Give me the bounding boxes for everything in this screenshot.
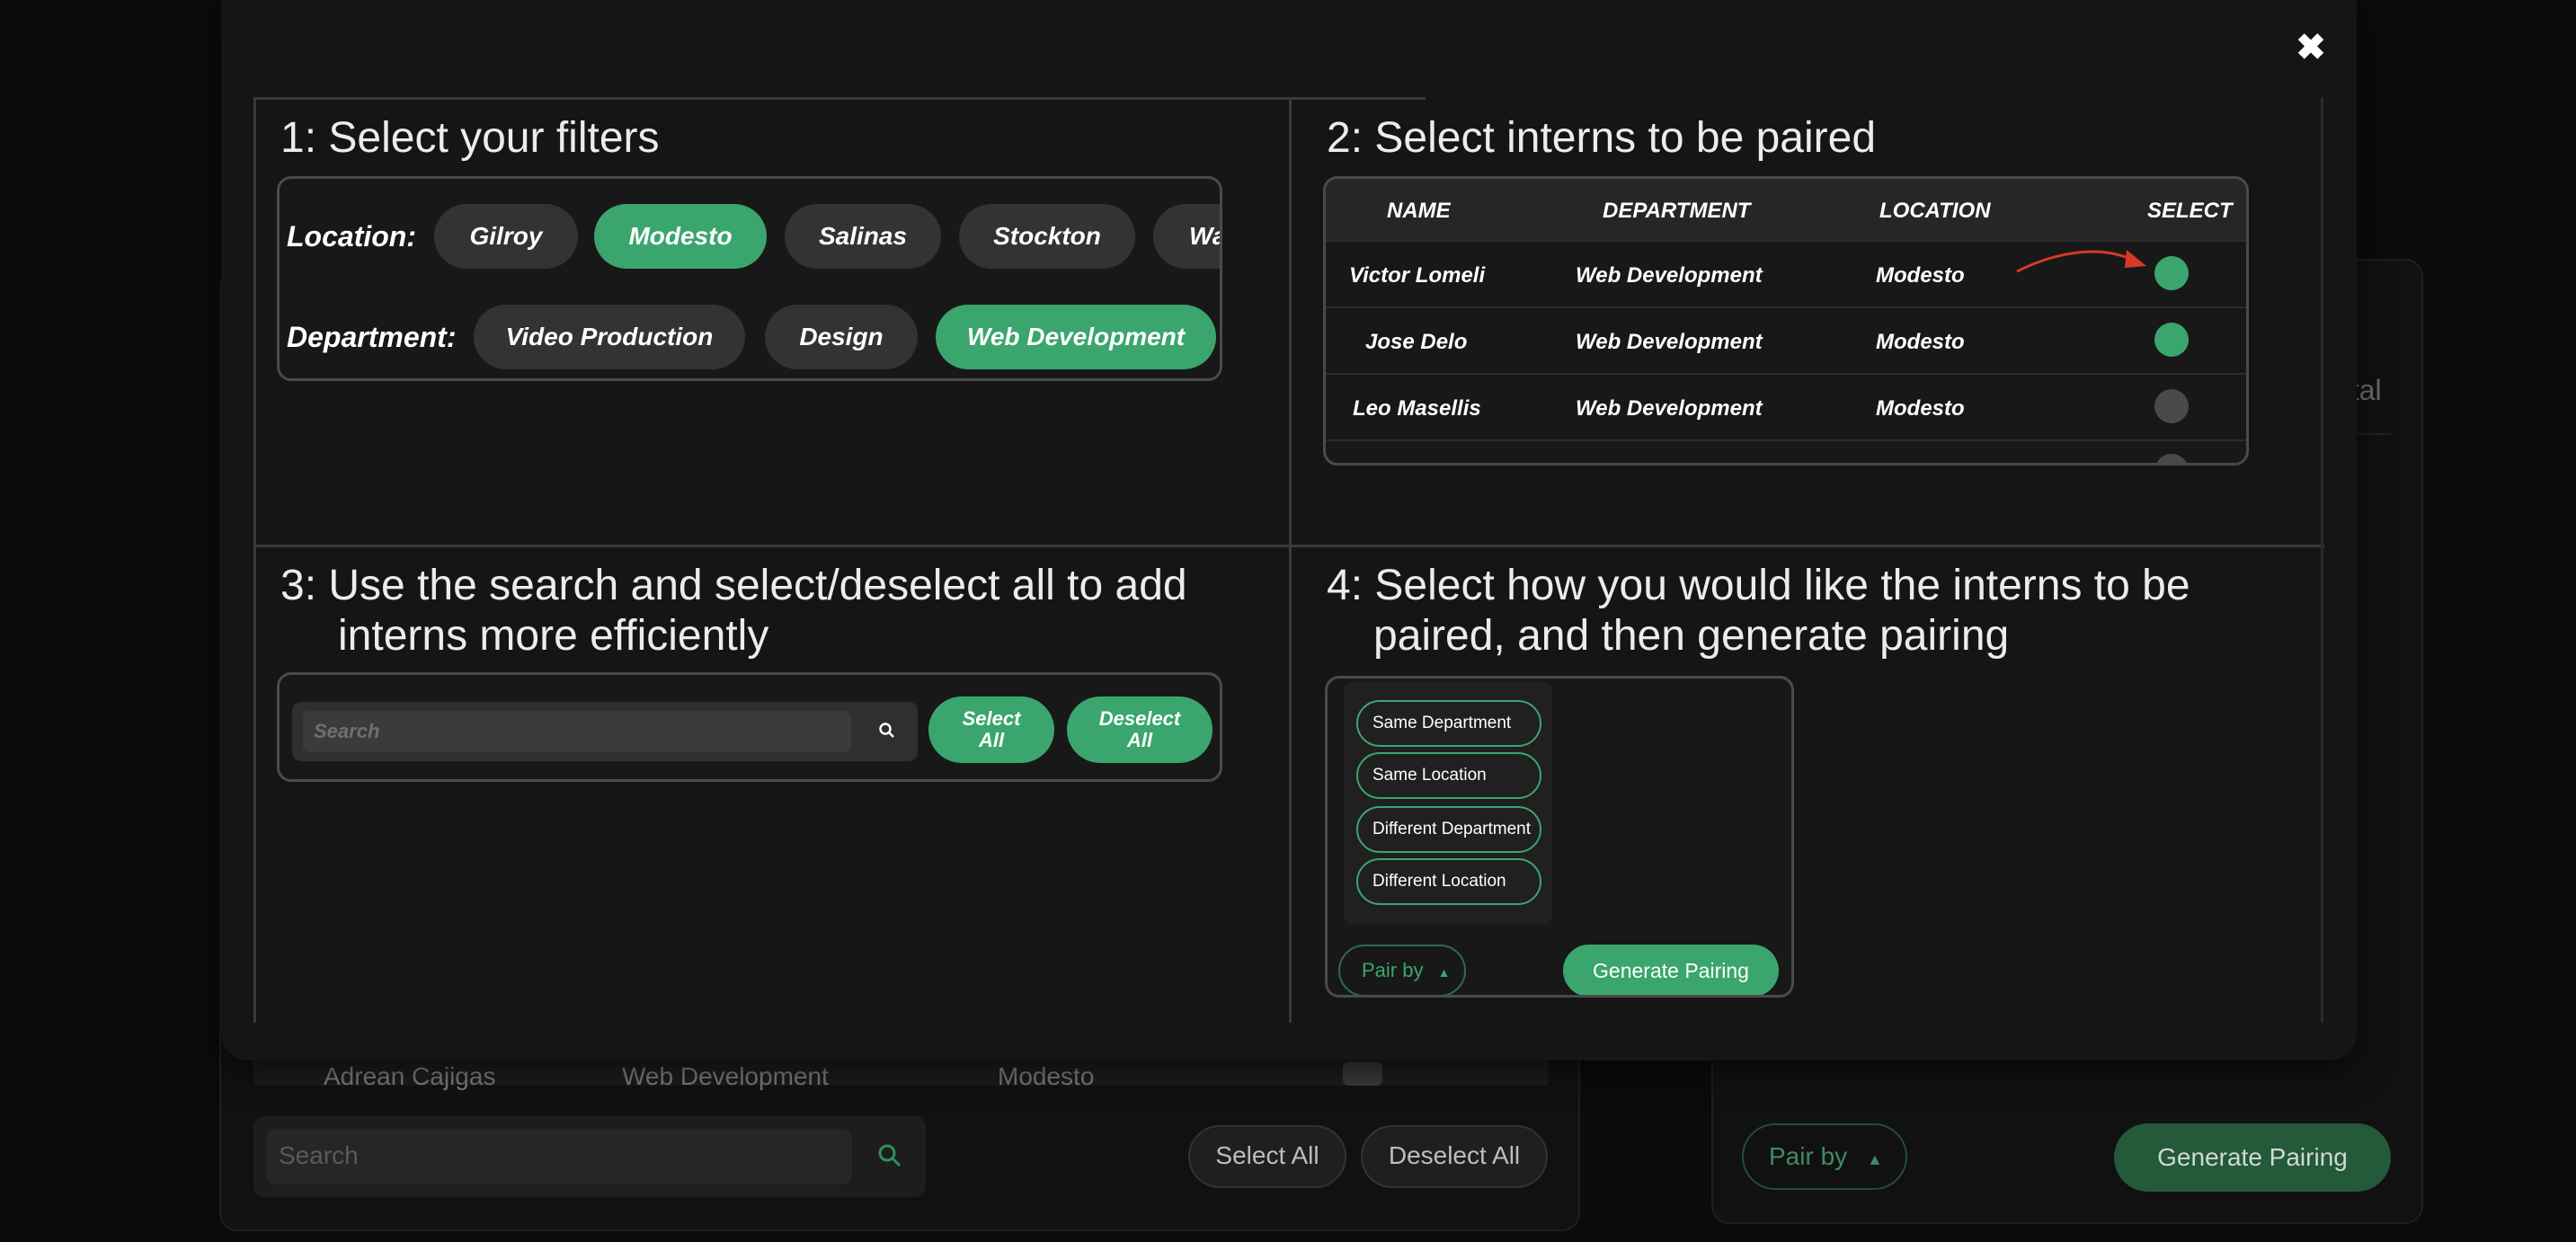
step2-title: 2: Select interns to be paired [1327,114,1877,162]
deselect-all-label: All [1126,729,1153,751]
select-all-button[interactable]: Select All [928,696,1054,763]
generate-pairing-button[interactable]: Generate Pairing [2114,1123,2391,1192]
divider [2321,97,2323,1023]
department-chip[interactable]: Web Development [936,305,1216,369]
interns-table-preview: NAME DEPARTMENT LOCATION SELECT Victor L… [1323,176,2249,466]
column-header-name: NAME [1387,199,1451,223]
divider [253,545,2324,547]
step1-title: 1: Select your filters [280,114,660,162]
location-chip[interactable]: Stockton [959,204,1135,269]
select-toggle[interactable] [2154,389,2189,423]
search-bar: Search [292,702,918,761]
department-chip[interactable]: Video Production [474,305,745,369]
deselect-all-button[interactable]: Deselect All [1361,1125,1548,1188]
location-chip[interactable]: Salinas [785,204,941,269]
column-header-department: DEPARTMENT [1603,199,1751,223]
pair-by-label: Pair by [1362,959,1424,981]
intern-name: Jose Delo [1365,330,1468,354]
intern-name: Leo Masellis [1353,396,1481,421]
row-name: Adrean Cajigas [324,1062,496,1090]
column-header-select: SELECT [2147,199,2233,223]
pair-option-same-department[interactable]: Same Department [1356,700,1541,747]
pair-option-different-department[interactable]: Different Department [1356,806,1541,853]
search-input[interactable]: Search [303,711,851,752]
divider [1289,97,1292,1023]
deselect-all-button[interactable]: Deselect All [1067,696,1212,763]
select-toggle[interactable] [2154,256,2189,290]
search-input[interactable]: Search [266,1129,852,1184]
location-label: Location: [287,220,416,253]
table-row[interactable] [1326,439,2246,463]
pair-by-menu: Same Department Same Location Different … [1344,682,1552,925]
search-icon[interactable] [877,1143,902,1168]
intern-location: Modesto [1876,396,1965,421]
intern-location: Modesto [1876,330,1965,354]
row-location: Modesto [998,1062,1095,1090]
column-header-location: LOCATION [1879,199,1991,223]
search-icon[interactable] [878,722,896,740]
chevron-up-icon: ▲ [1866,1150,1883,1168]
department-chip[interactable]: Design [765,305,918,369]
chevron-up-icon: ▲ [1437,965,1451,980]
pair-by-dropdown[interactable]: Pair by ▲ [1742,1123,1907,1190]
department-label: Department: [287,321,457,353]
pair-by-label: Pair by [1769,1142,1848,1170]
select-all-button[interactable]: Select All [1188,1125,1346,1188]
step4-title-line2: paired, and then generate pairing [1373,612,2010,660]
filters-preview: Location: Gilroy Modesto Salinas Stockto… [277,176,1222,381]
table-row[interactable]: Leo Masellis Web Development Modesto [1326,373,2246,439]
intern-department: Web Development [1576,263,1763,288]
deselect-all-label: Deselect [1098,707,1181,730]
intern-department: Web Development [1576,396,1763,421]
pair-option-different-location[interactable]: Different Location [1356,858,1541,905]
row-select-toggle[interactable] [1343,1062,1382,1086]
location-chip[interactable]: Gilroy [434,204,578,269]
close-icon[interactable]: ✖ [2296,30,2326,66]
select-toggle[interactable] [2154,323,2189,357]
pair-by-dropdown[interactable]: Pair by ▲ [1338,945,1466,995]
select-all-label: All [978,729,1005,751]
step4-title: 4: Select how you would like the interns… [1327,562,2190,609]
step3-title: 3: Use the search and select/deselect al… [280,562,1187,609]
pairing-preview: Same Department Same Location Different … [1325,676,1794,998]
table-row[interactable]: Jose Delo Web Development Modesto [1326,306,2246,373]
intern-location: Modesto [1876,263,1965,288]
select-toggle[interactable] [2154,454,2189,463]
step3-title-line2: interns more efficiently [338,612,769,660]
intern-department: Web Development [1576,330,1763,354]
generate-pairing-button[interactable]: Generate Pairing [1563,945,1779,995]
arrow-icon [2016,250,2146,273]
row-department: Web Development [622,1062,829,1090]
intern-name: Victor Lomeli [1349,263,1486,288]
select-all-label: Select [962,707,1021,730]
location-chip[interactable]: Wa [1153,204,1220,269]
table-header: NAME DEPARTMENT LOCATION SELECT [1326,179,2246,240]
pair-option-same-location[interactable]: Same Location [1356,752,1541,799]
search-preview: Search Select All Deselect All [277,672,1222,782]
location-chip[interactable]: Modesto [594,204,767,269]
